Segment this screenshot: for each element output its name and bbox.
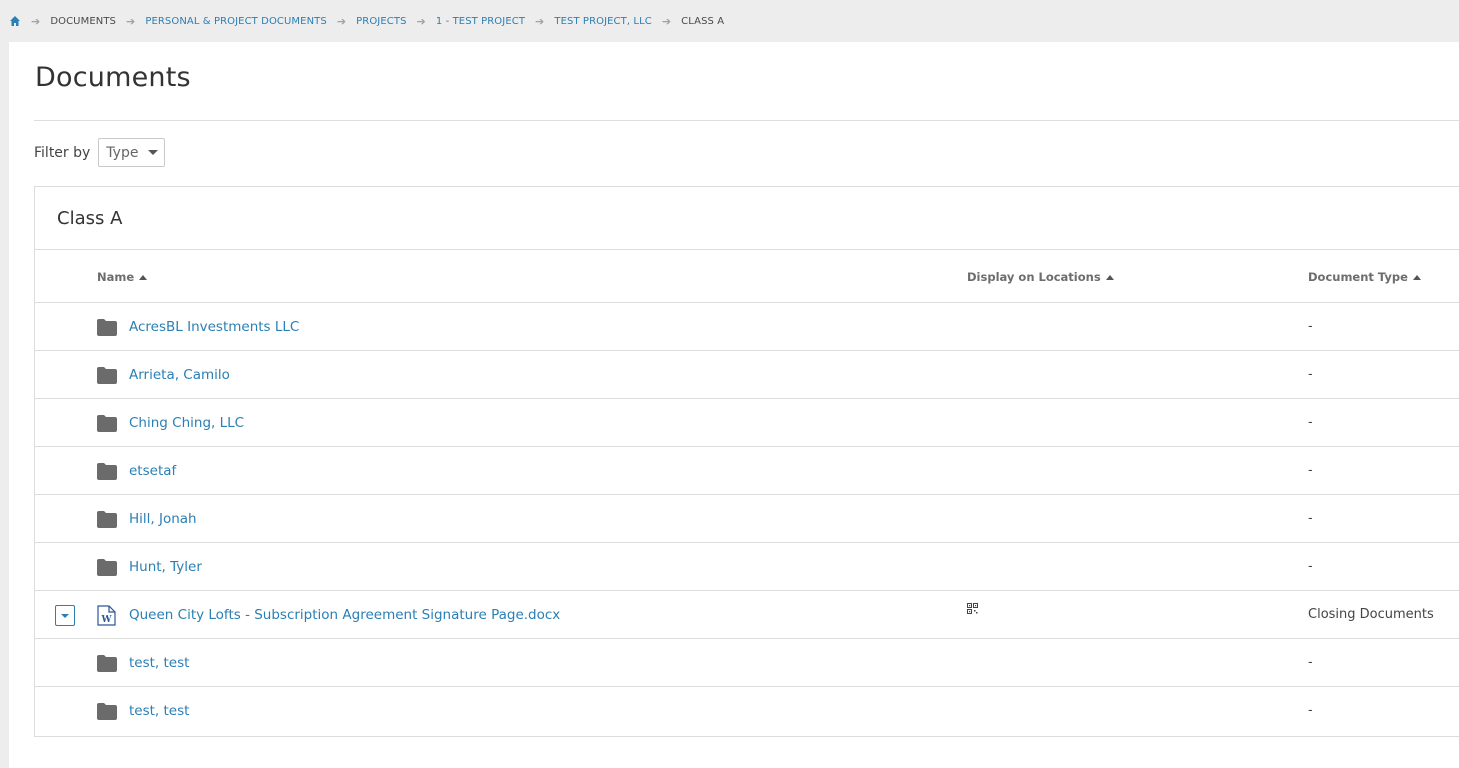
folder-icon: [97, 559, 117, 576]
row-name-link[interactable]: Arrieta, Camilo: [129, 367, 230, 383]
table-row: AcresBL Investments LLC -: [35, 303, 1459, 351]
qr-code-icon[interactable]: [967, 603, 978, 614]
column-header-display-label: Display on Locations: [967, 270, 1101, 284]
arrow-right-icon: ➔: [31, 14, 41, 28]
sort-ascending-icon: [139, 274, 148, 280]
breadcrumb-item-documents: Documents: [50, 15, 116, 27]
breadcrumb-item-projects[interactable]: Projects: [356, 16, 406, 27]
type-filter-select[interactable]: Type: [98, 138, 166, 167]
breadcrumb-item-test-project[interactable]: 1 - Test Project: [436, 16, 525, 27]
row-name-link[interactable]: Hunt, Tyler: [129, 559, 202, 575]
table-header: Name Display on Locations Document Type: [35, 250, 1459, 303]
column-header-name-label: Name: [97, 270, 135, 284]
caret-down-icon: [61, 613, 69, 618]
folder-icon: [97, 463, 117, 480]
row-name-link[interactable]: Ching Ching, LLC: [129, 415, 244, 431]
row-name-link[interactable]: test, test: [129, 655, 189, 671]
folder-icon: [97, 511, 117, 528]
table-row: Hunt, Tyler -: [35, 543, 1459, 591]
arrow-right-icon: ➔: [416, 14, 426, 28]
page-title: Documents: [35, 62, 191, 93]
row-name-link[interactable]: etsetaf: [129, 463, 176, 479]
table-row: Hill, Jonah -: [35, 495, 1459, 543]
table-row: test, test -: [35, 687, 1459, 735]
breadcrumb: ➔ Documents ➔ Personal & Project Documen…: [0, 0, 1459, 42]
table-row: W Queen City Lofts - Subscription Agreem…: [35, 591, 1459, 639]
word-document-icon: W: [97, 605, 116, 626]
column-header-name[interactable]: Name: [97, 270, 148, 284]
table-row: Ching Ching, LLC -: [35, 399, 1459, 447]
table-row: test, test -: [35, 639, 1459, 687]
row-document-type: -: [1308, 559, 1313, 574]
breadcrumb-item-class-a: Class A: [681, 15, 725, 27]
arrow-right-icon: ➔: [661, 14, 672, 28]
caret-down-icon: [148, 150, 159, 155]
arrow-right-icon: ➔: [125, 14, 136, 28]
column-header-display-on-locations[interactable]: Display on Locations: [967, 270, 1114, 284]
row-name-link[interactable]: AcresBL Investments LLC: [129, 319, 299, 335]
row-document-type: -: [1308, 367, 1313, 382]
sort-ascending-icon: [1105, 274, 1114, 280]
row-document-type: -: [1308, 415, 1313, 430]
table-body: AcresBL Investments LLC - Arrieta, Camil…: [35, 303, 1459, 735]
row-name-link[interactable]: test, test: [129, 703, 189, 719]
filter-row: Filter by Type: [34, 138, 166, 167]
table-row: Arrieta, Camilo -: [35, 351, 1459, 399]
row-document-type: -: [1308, 319, 1313, 334]
row-name-link[interactable]: Hill, Jonah: [129, 511, 197, 527]
sort-ascending-icon: [1412, 274, 1421, 280]
type-filter-value: Type: [106, 144, 139, 161]
folder-icon: [97, 415, 117, 432]
main-panel: Documents Filter by Type Class A Name Di…: [9, 42, 1459, 768]
folder-icon: [97, 367, 117, 384]
breadcrumb-item-test-project-llc[interactable]: Test Project, LLC: [554, 16, 651, 27]
folder-icon: [97, 703, 117, 720]
row-document-type: -: [1308, 703, 1313, 718]
arrow-right-icon: ➔: [535, 14, 545, 28]
row-document-type: Closing Documents: [1308, 607, 1434, 622]
row-document-type: -: [1308, 511, 1313, 526]
row-actions-dropdown-button[interactable]: [55, 605, 75, 626]
home-icon[interactable]: [9, 15, 21, 27]
title-divider: [34, 120, 1459, 121]
row-document-type: -: [1308, 655, 1313, 670]
filter-label: Filter by: [34, 144, 91, 161]
row-document-type: -: [1308, 463, 1313, 478]
folder-icon: [97, 655, 117, 672]
documents-card: Class A Name Display on Locations Docume…: [34, 186, 1459, 737]
folder-icon: [97, 319, 117, 336]
breadcrumb-item-personal-project-documents[interactable]: Personal & Project Documents: [145, 16, 327, 27]
card-title: Class A: [35, 187, 1459, 250]
arrow-right-icon: ➔: [336, 14, 347, 28]
svg-text:W: W: [100, 615, 112, 625]
row-name-link[interactable]: Queen City Lofts - Subscription Agreemen…: [129, 607, 560, 623]
column-header-type-label: Document Type: [1308, 270, 1408, 284]
table-row: etsetaf -: [35, 447, 1459, 495]
column-header-document-type[interactable]: Document Type: [1308, 270, 1421, 284]
